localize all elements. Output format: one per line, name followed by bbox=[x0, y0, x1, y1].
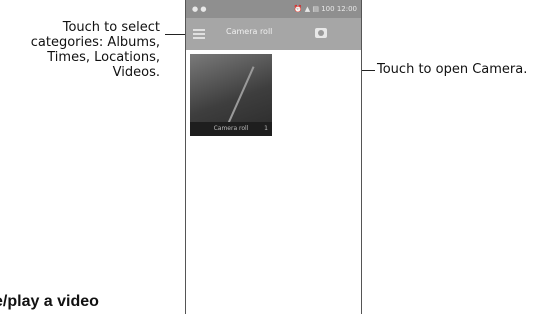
album-name: Camera roll bbox=[213, 125, 249, 132]
app-bar: Camera roll bbox=[186, 18, 361, 50]
callout-line: categories: Albums, bbox=[30, 35, 160, 50]
status-bar: ● ● ⏰ ▲ ▤ 100 12:00 bbox=[186, 0, 361, 18]
album-count: 1 bbox=[264, 125, 268, 132]
section-heading: e/play a video bbox=[0, 293, 99, 310]
callout-line: Times, Locations, bbox=[47, 50, 160, 65]
callout-open-camera: Touch to open Camera. bbox=[377, 62, 528, 77]
menu-icon[interactable] bbox=[193, 29, 205, 39]
album-caption-bar: Camera roll 1 bbox=[190, 122, 272, 136]
callout-line: Videos. bbox=[112, 65, 160, 80]
status-left: ● ● bbox=[192, 5, 207, 13]
status-right: ⏰ ▲ ▤ 100 12:00 bbox=[293, 5, 357, 13]
phone-screen: ● ● ⏰ ▲ ▤ 100 12:00 Camera roll Camera r… bbox=[185, 0, 362, 314]
app-title: Camera roll bbox=[226, 27, 273, 36]
callout-line: Touch to select bbox=[62, 20, 160, 35]
callout-select-categories: Touch to select categories: Albums, Time… bbox=[0, 20, 160, 80]
camera-icon[interactable] bbox=[315, 28, 327, 38]
album-thumbnail[interactable]: Camera roll 1 bbox=[190, 54, 272, 136]
thumbnail-image-detail bbox=[227, 66, 255, 124]
